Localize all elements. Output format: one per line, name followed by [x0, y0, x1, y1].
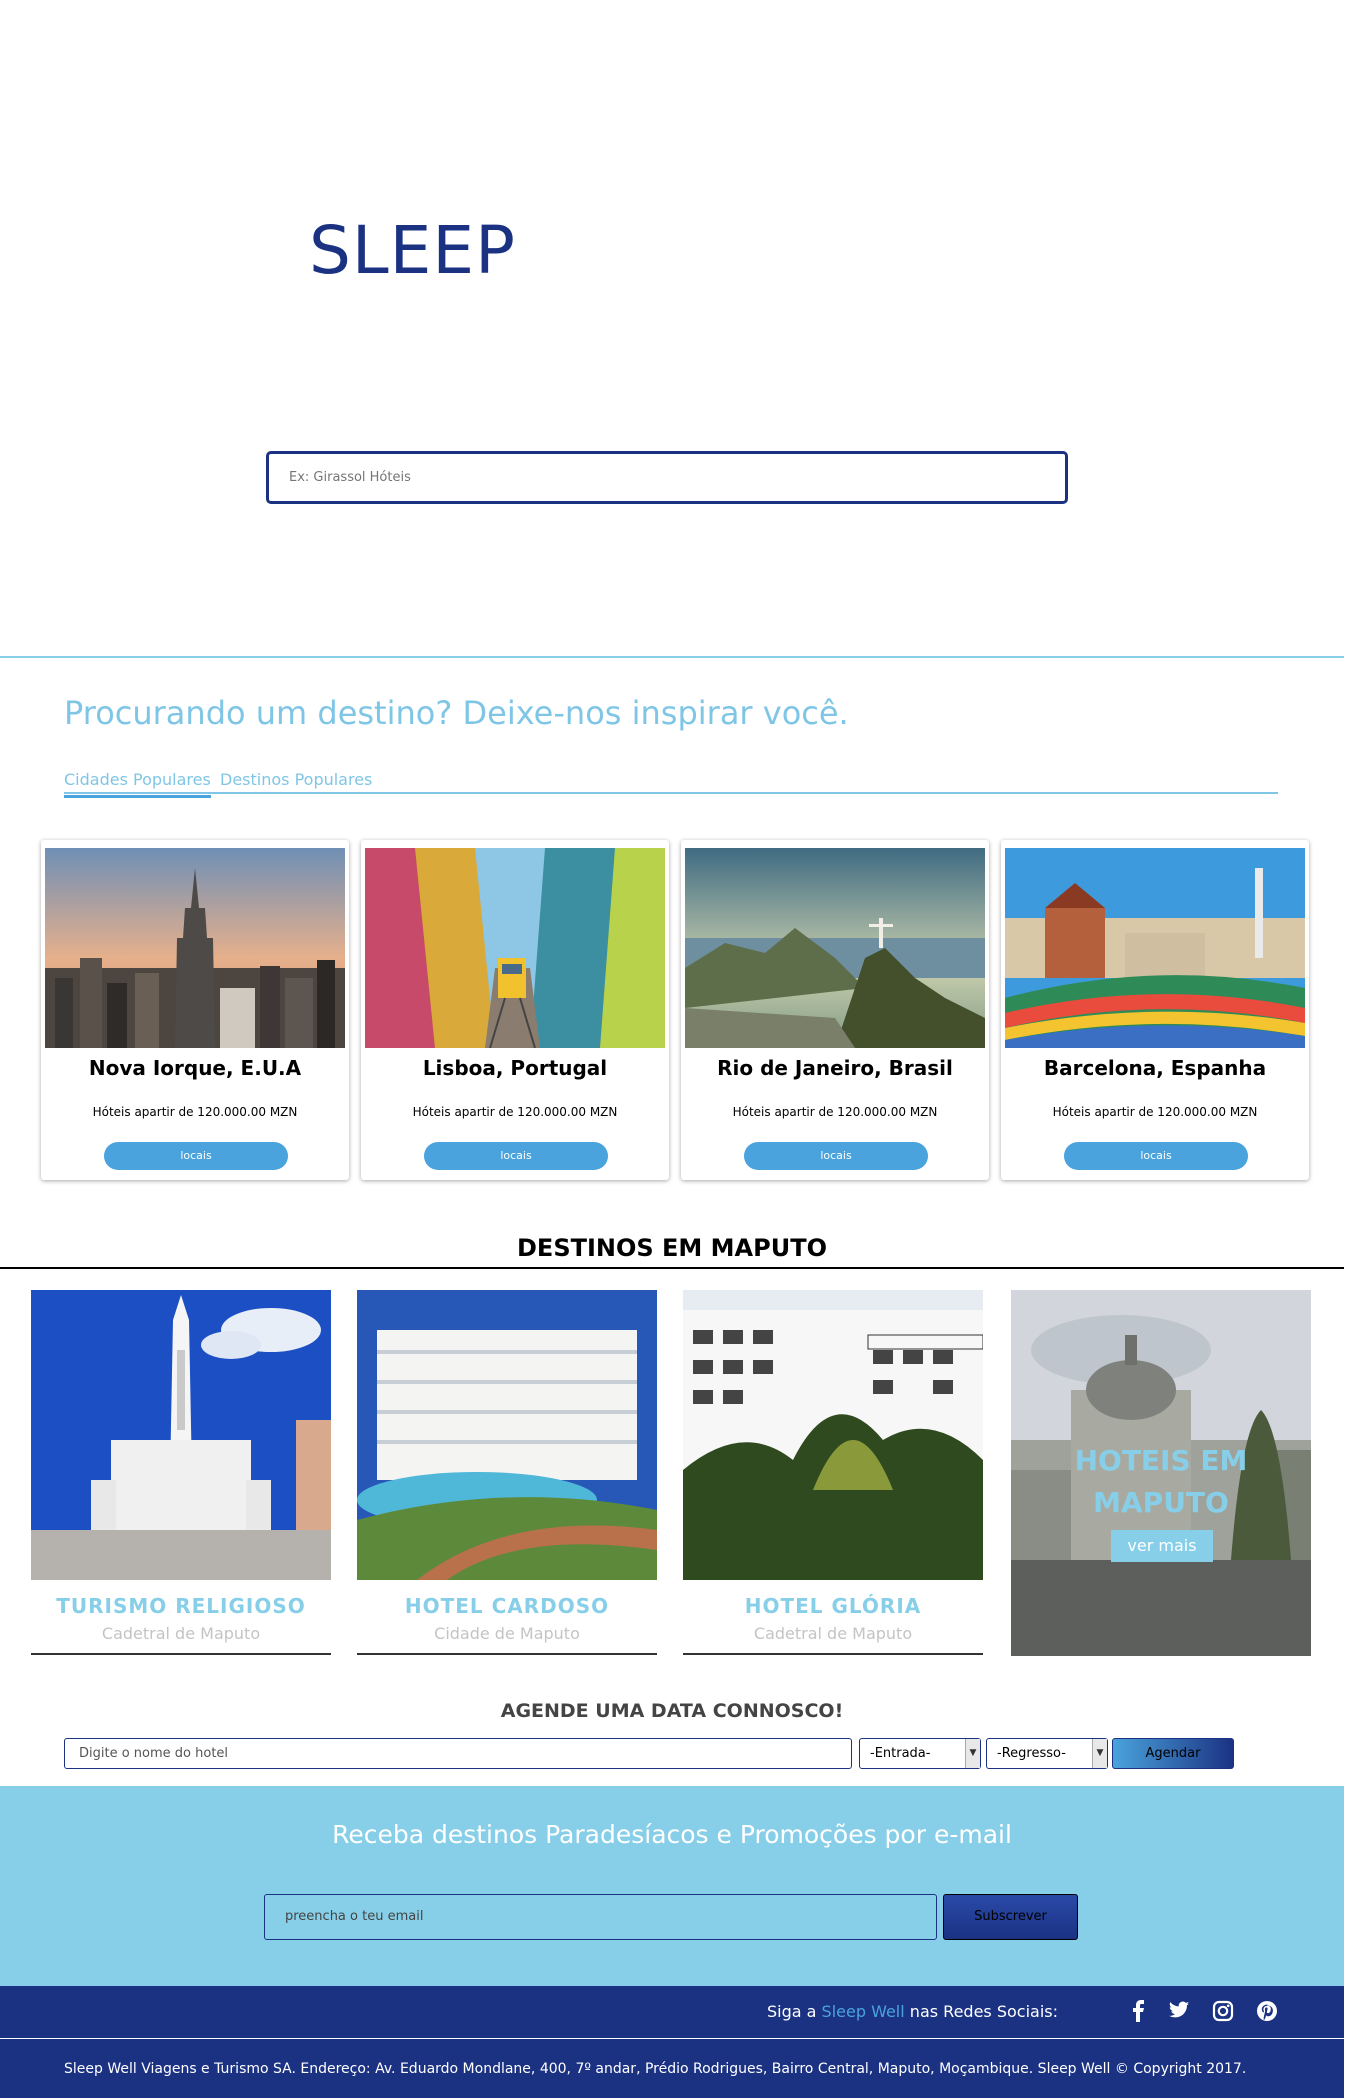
hotel-cardoso-image	[357, 1290, 657, 1580]
newsletter-section: Receba destinos Paradesíacos e Promoções…	[0, 1786, 1344, 1986]
hotel-search-input[interactable]	[269, 454, 1065, 501]
twitter-icon[interactable]	[1168, 2000, 1190, 2022]
hotel-search-box[interactable]	[266, 451, 1068, 504]
card-underline	[683, 1653, 983, 1655]
locais-button[interactable]: locais	[104, 1142, 288, 1170]
destination-subtitle: Cadetral de Maputo	[101, 1624, 261, 1643]
destination-card-hotel-gloria[interactable]: HOTEL GLÓRIA Cadetral de Maputo	[683, 1290, 983, 1655]
social-prefix: Siga a	[767, 2002, 817, 2021]
maputo-divider	[0, 1267, 1344, 1269]
feature-title: HOTEIS EM MAPUTO	[1074, 1444, 1248, 1519]
destination-title: TURISMO RELIGIOSO	[56, 1594, 306, 1618]
city-price: Hóteis apartir de 120.000.00 MZN	[1052, 1105, 1258, 1119]
city-price: Hóteis apartir de 120.000.00 MZN	[732, 1105, 938, 1119]
locais-button[interactable]: locais	[424, 1142, 608, 1170]
subscrever-button[interactable]: Subscrever	[943, 1894, 1078, 1940]
regresso-select[interactable]: -Regresso- ▼	[986, 1738, 1108, 1769]
entrada-select[interactable]: -Entrada- ▼	[859, 1738, 981, 1769]
city-name: Barcelona, Espanha	[1043, 1056, 1267, 1080]
ver-mais-button[interactable]: ver mais	[1111, 1530, 1213, 1562]
hotel-name-input[interactable]: Digite o nome do hotel	[64, 1738, 852, 1769]
entrada-value: -Entrada-	[870, 1746, 931, 1761]
card-underline	[357, 1653, 657, 1655]
destination-subtitle: Cidade de Maputo	[434, 1624, 580, 1643]
logo-text: SLEEP	[309, 212, 516, 289]
social-brand-link[interactable]: Sleep Well	[822, 2002, 905, 2021]
chevron-down-icon: ▼	[1092, 1739, 1107, 1768]
tab-destinos-populares[interactable]: Destinos Populares	[220, 770, 372, 789]
social-label: Siga a Sleep Well nas Redes Sociais:	[767, 2002, 1058, 2021]
city-name: Lisboa, Portugal	[422, 1056, 608, 1080]
hotel-gloria-image	[683, 1290, 983, 1580]
rio-image	[685, 848, 985, 1048]
footer-bar: Sleep Well Viagens e Turismo SA. Endereç…	[0, 2039, 1344, 2098]
locais-button[interactable]: locais	[1064, 1142, 1248, 1170]
newsletter-heading: Receba destinos Paradesíacos e Promoções…	[332, 1820, 1012, 1849]
city-card-new-york: Nova Iorque, E.U.A Hóteis apartir de 120…	[41, 840, 349, 1180]
booking-title: AGENDE UMA DATA CONNOSCO!	[500, 1700, 844, 1722]
instagram-icon[interactable]	[1212, 2000, 1234, 2022]
city-name: Nova Iorque, E.U.A	[88, 1056, 302, 1080]
destination-card-turismo-religioso[interactable]: TURISMO RELIGIOSO Cadetral de Maputo	[31, 1290, 331, 1655]
section-divider	[0, 656, 1344, 658]
barcelona-image	[1005, 848, 1305, 1048]
city-price: Hóteis apartir de 120.000.00 MZN	[412, 1105, 618, 1119]
locais-button[interactable]: locais	[744, 1142, 928, 1170]
regresso-value: -Regresso-	[997, 1746, 1066, 1761]
destination-card-hotel-cardoso[interactable]: HOTEL CARDOSO Cidade de Maputo	[357, 1290, 657, 1655]
destination-title: HOTEL GLÓRIA	[744, 1594, 922, 1618]
footer-copyright: Sleep Well Viagens e Turismo SA. Endereç…	[64, 2061, 1247, 2077]
city-card-rio: Rio de Janeiro, Brasil Hóteis apartir de…	[681, 840, 989, 1180]
new-york-image	[45, 848, 345, 1048]
tabs-underline	[64, 792, 1278, 794]
social-bar: Siga a Sleep Well nas Redes Sociais:	[0, 1986, 1344, 2038]
destination-title: HOTEL CARDOSO	[404, 1594, 610, 1618]
pinterest-icon[interactable]	[1256, 2000, 1278, 2022]
hoteis-em-maputo-feature: HOTEIS EM MAPUTO ver mais	[1011, 1290, 1311, 1656]
card-underline	[31, 1653, 331, 1655]
facebook-icon[interactable]	[1128, 2000, 1150, 2022]
cathedral-image	[31, 1290, 331, 1580]
maputo-section-title: DESTINOS EM MAPUTO	[517, 1234, 827, 1262]
city-card-lisboa: Lisboa, Portugal Hóteis apartir de 120.0…	[361, 840, 669, 1180]
newsletter-email-input[interactable]: preencha o teu email	[264, 1894, 937, 1940]
city-name: Rio de Janeiro, Brasil	[717, 1056, 953, 1080]
agendar-button[interactable]: Agendar	[1112, 1738, 1234, 1769]
inspire-heading: Procurando um destino? Deixe-nos inspira…	[64, 694, 849, 732]
city-card-barcelona: Barcelona, Espanha Hóteis apartir de 120…	[1001, 840, 1309, 1180]
social-suffix: nas Redes Sociais:	[909, 2002, 1058, 2021]
city-price: Hóteis apartir de 120.000.00 MZN	[92, 1105, 298, 1119]
chevron-down-icon: ▼	[965, 1739, 980, 1768]
destination-subtitle: Cadetral de Maputo	[753, 1624, 913, 1643]
lisboa-image	[365, 848, 665, 1048]
